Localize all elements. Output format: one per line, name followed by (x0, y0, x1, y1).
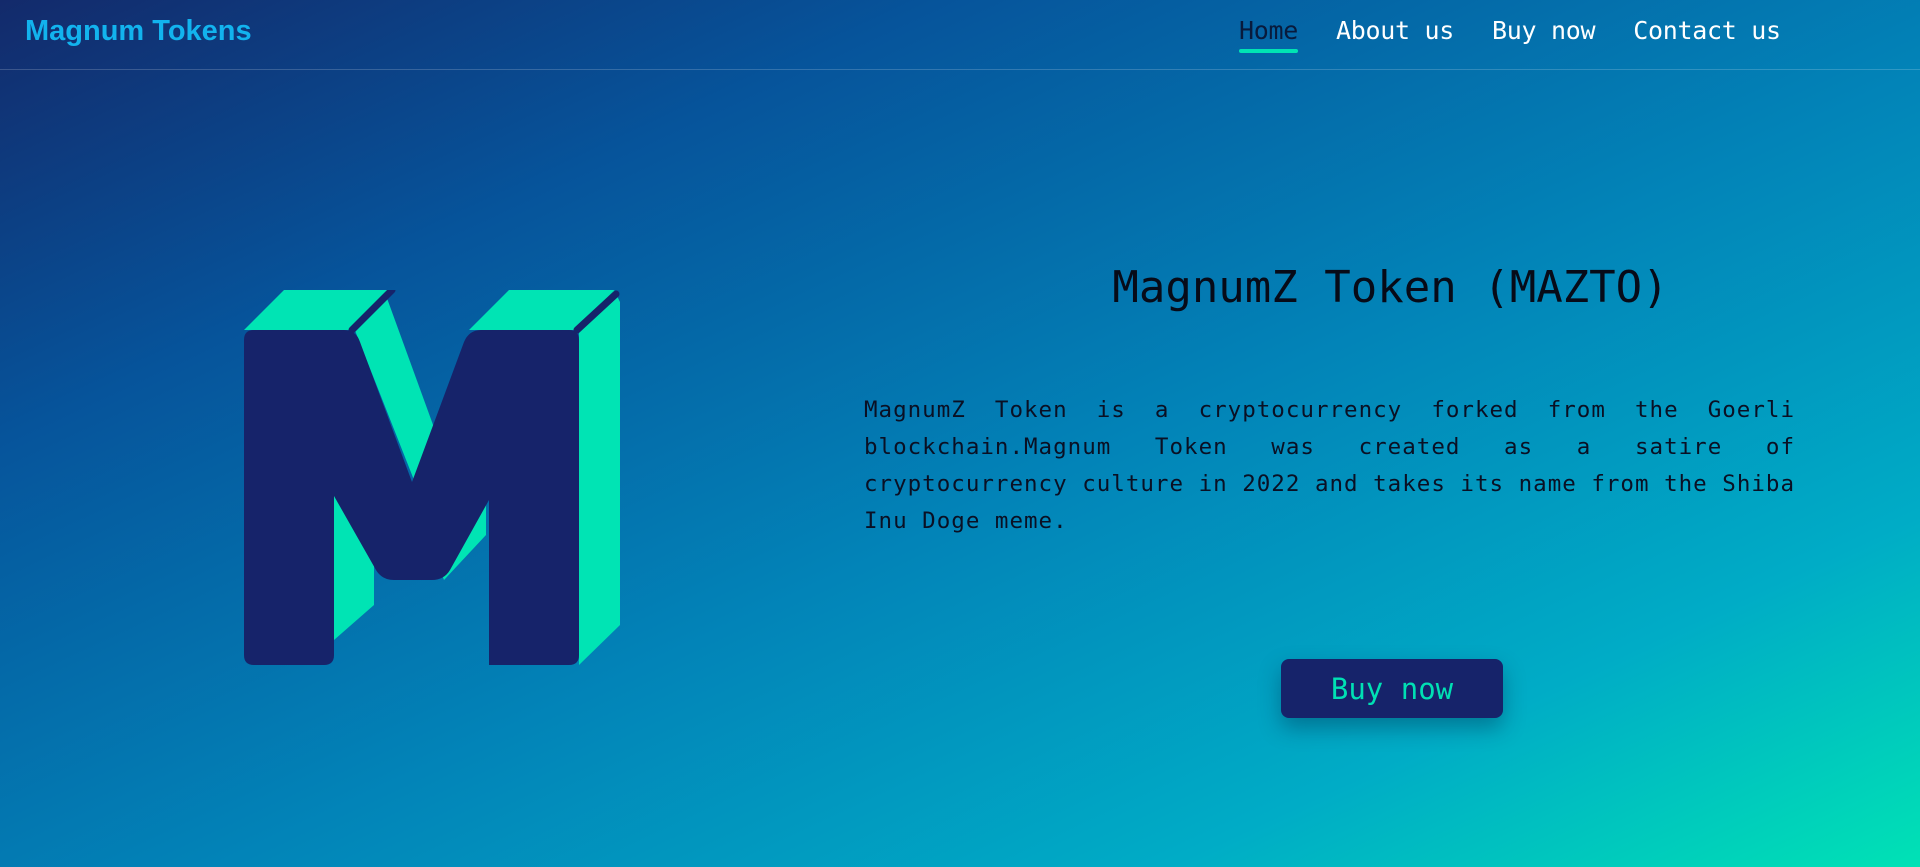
navbar: Magnum Tokens Home About us Buy now Cont… (0, 0, 1920, 70)
nav-link-about-us[interactable]: About us (1336, 16, 1454, 53)
nav-link-home[interactable]: Home (1239, 16, 1298, 53)
token-description: MagnumZ Token is a cryptocurrency forked… (864, 397, 1795, 534)
m-letter-3d-icon (244, 290, 620, 665)
brand-logo-link[interactable]: Magnum Tokens (25, 15, 252, 48)
nav-link-contact-us[interactable]: Contact us (1633, 16, 1781, 53)
nav-links: Home About us Buy now Contact us (1239, 16, 1781, 53)
page-title: MagnumZ Token (MAZTO) (1112, 262, 1669, 313)
buy-now-button[interactable]: Buy now (1281, 659, 1503, 718)
nav-link-buy-now[interactable]: Buy now (1492, 16, 1596, 53)
